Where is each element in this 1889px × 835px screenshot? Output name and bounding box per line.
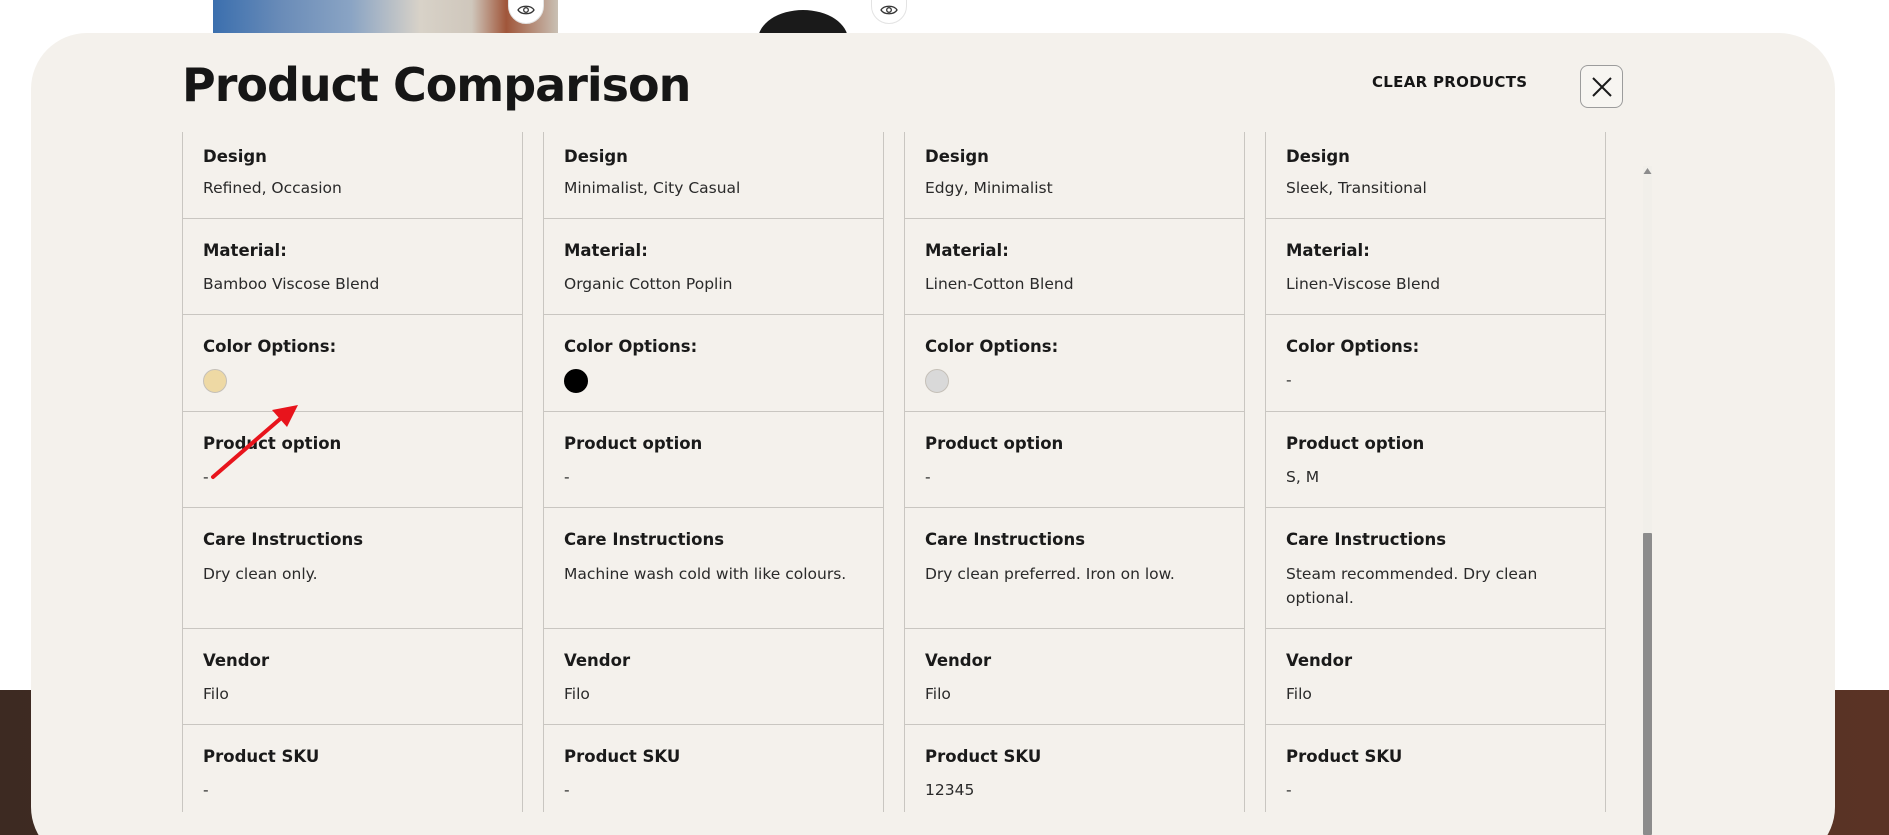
vendor-cell: Vendor Filo — [183, 629, 522, 725]
cell-label: Design — [1286, 147, 1350, 166]
product-column: Design Sleek, Transitional Material: Lin… — [1265, 132, 1606, 812]
cell-value: - — [564, 781, 570, 799]
sku-cell: Product SKU - — [544, 725, 883, 812]
cell-label: Product SKU — [1286, 747, 1403, 766]
color-options-cell: Color Options: - — [1266, 315, 1605, 412]
care-instructions-cell: Care Instructions Steam recommended. Dry… — [1266, 508, 1605, 629]
product-option-cell: Product option S, M — [1266, 412, 1605, 508]
color-options-cell: Color Options: — [544, 315, 883, 412]
cell-value: - — [1286, 371, 1292, 389]
color-options-cell: Color Options: — [905, 315, 1244, 412]
cell-label: Design — [564, 147, 628, 166]
cell-value: Dry clean preferred. Iron on low. — [925, 565, 1175, 583]
close-icon — [1591, 76, 1612, 97]
annotation-arrow-icon — [211, 405, 298, 479]
color-swatch[interactable] — [925, 369, 949, 393]
cell-label: Color Options: — [925, 337, 1059, 356]
cell-label: Material: — [925, 241, 1009, 260]
cell-value: - — [1286, 781, 1292, 799]
scrollbar-thumb[interactable] — [1643, 533, 1652, 835]
eye-icon — [517, 5, 535, 15]
cell-value: - — [564, 468, 570, 486]
care-instructions-cell: Care Instructions Dry clean preferred. I… — [905, 508, 1244, 629]
cell-value: Steam recommended. Dry clean optional. — [1286, 565, 1538, 607]
design-cell: Design Minimalist, City Casual — [544, 132, 883, 219]
sku-cell: Product SKU - — [1266, 725, 1605, 812]
cell-label: Product option — [925, 434, 1064, 453]
cell-value: Filo — [564, 685, 590, 703]
cell-label: Care Instructions — [1286, 530, 1447, 549]
cell-label: Material: — [564, 241, 648, 260]
cell-value: Filo — [925, 685, 951, 703]
cell-value: 12345 — [925, 781, 975, 799]
cell-label: Care Instructions — [925, 530, 1086, 549]
vendor-cell: Vendor Filo — [544, 629, 883, 725]
page-title: Product Comparison — [182, 58, 691, 112]
product-column: Design Edgy, Minimalist Material: Linen-… — [904, 132, 1245, 812]
cell-label: Color Options: — [1286, 337, 1420, 356]
cell-label: Product option — [1286, 434, 1425, 453]
cell-value: Machine wash cold with like colours. — [564, 565, 847, 583]
cell-value: Filo — [203, 685, 229, 703]
design-cell: Design Refined, Occasion — [183, 132, 522, 219]
cell-label: Vendor — [564, 651, 631, 670]
cell-label: Vendor — [925, 651, 992, 670]
material-cell: Material: Linen-Cotton Blend — [905, 219, 1244, 315]
vendor-cell: Vendor Filo — [905, 629, 1244, 725]
design-cell: Design Sleek, Transitional — [1266, 132, 1605, 219]
cell-label: Vendor — [203, 651, 270, 670]
cell-value: Bamboo Viscose Blend — [203, 275, 380, 293]
cell-value: Organic Cotton Poplin — [564, 275, 733, 293]
cell-value: Edgy, Minimalist — [925, 179, 1053, 197]
cell-label: Design — [203, 147, 267, 166]
cell-label: Product SKU — [203, 747, 320, 766]
product-option-cell: Product option - — [905, 412, 1244, 508]
cell-value: S, M — [1286, 468, 1320, 486]
cell-label: Vendor — [1286, 651, 1353, 670]
cell-label: Design — [925, 147, 989, 166]
eye-icon — [880, 5, 898, 15]
product-option-cell: Product option - — [544, 412, 883, 508]
design-cell: Design Edgy, Minimalist — [905, 132, 1244, 219]
cell-value: Linen-Viscose Blend — [1286, 275, 1441, 293]
cell-value: - — [203, 781, 209, 799]
cell-label: Product SKU — [925, 747, 1042, 766]
care-instructions-cell: Care Instructions Dry clean only. — [183, 508, 522, 629]
cell-value: Refined, Occasion — [203, 179, 342, 197]
close-button[interactable] — [1580, 65, 1623, 108]
material-cell: Material: Linen-Viscose Blend — [1266, 219, 1605, 315]
cell-value: Filo — [1286, 685, 1312, 703]
quick-view-button[interactable] — [508, 0, 544, 24]
product-column: Design Minimalist, City Casual Material:… — [543, 132, 884, 812]
arrow-up-icon — [1643, 168, 1652, 174]
cell-label: Color Options: — [203, 337, 337, 356]
comparison-table: Design Refined, Occasion Material: Bambo… — [182, 132, 1608, 812]
clear-products-button[interactable]: CLEAR PRODUCTS — [1372, 73, 1527, 91]
cell-label: Product option — [564, 434, 703, 453]
cell-label: Material: — [203, 241, 287, 260]
cell-value: - — [925, 468, 931, 486]
color-swatch[interactable] — [203, 369, 227, 393]
cell-label: Product SKU — [564, 747, 681, 766]
sku-cell: Product SKU - — [183, 725, 522, 812]
cell-value: Dry clean only. — [203, 565, 318, 583]
sku-cell: Product SKU 12345 — [905, 725, 1244, 812]
cell-label: Care Instructions — [564, 530, 725, 549]
material-cell: Material: Organic Cotton Poplin — [544, 219, 883, 315]
vendor-cell: Vendor Filo — [1266, 629, 1605, 725]
care-instructions-cell: Care Instructions Machine wash cold with… — [544, 508, 883, 629]
cell-label: Care Instructions — [203, 530, 364, 549]
material-cell: Material: Bamboo Viscose Blend — [183, 219, 522, 315]
quick-view-button[interactable] — [871, 0, 907, 24]
cell-value: Minimalist, City Casual — [564, 179, 741, 197]
cell-label: Material: — [1286, 241, 1370, 260]
cell-label: Color Options: — [564, 337, 698, 356]
scroll-up-button[interactable] — [1643, 166, 1652, 176]
cell-value: Linen-Cotton Blend — [925, 275, 1074, 293]
cell-value: Sleek, Transitional — [1286, 179, 1427, 197]
color-swatch[interactable] — [564, 369, 588, 393]
